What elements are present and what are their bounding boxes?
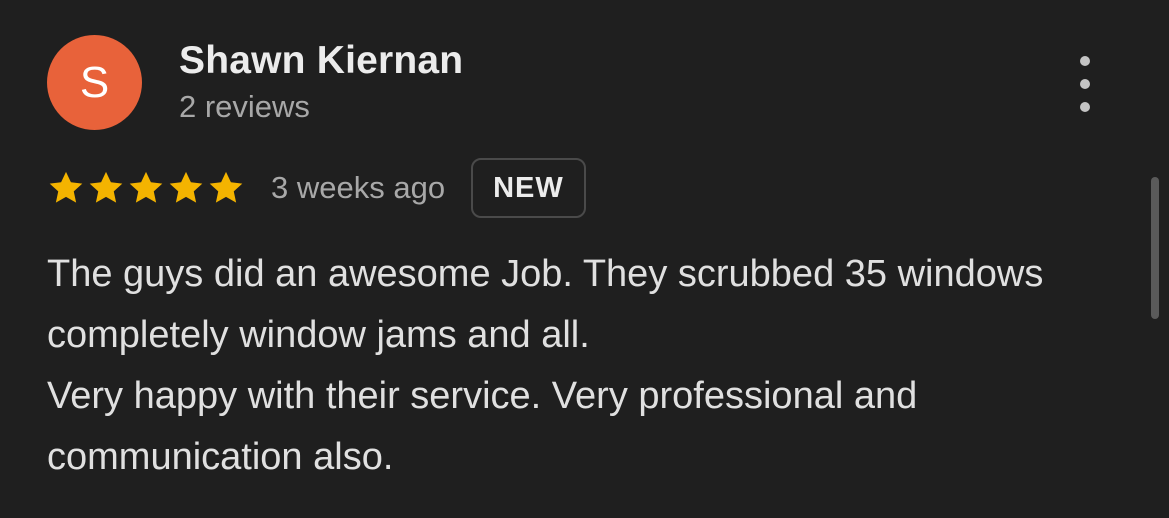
more-vert-icon-dot xyxy=(1080,79,1090,89)
author-review-count[interactable]: 2 reviews xyxy=(179,88,310,126)
review-paragraph: The guys did an awesome Job. They scrubb… xyxy=(47,253,1044,356)
review-text: The guys did an awesome Job. They scrubb… xyxy=(47,244,1067,488)
star-icon xyxy=(169,171,203,203)
new-badge: NEW xyxy=(471,158,586,218)
star-icon xyxy=(129,171,163,203)
star-icon xyxy=(49,171,83,203)
avatar[interactable]: S xyxy=(47,35,142,130)
author-name[interactable]: Shawn Kiernan xyxy=(179,38,463,84)
star-rating xyxy=(47,169,245,207)
scrollbar-thumb[interactable] xyxy=(1151,177,1159,319)
more-vert-icon xyxy=(1080,56,1090,66)
star-icon xyxy=(209,171,243,203)
review-paragraph: Very happy with their service. Very prof… xyxy=(47,375,918,478)
avatar-initial: S xyxy=(79,57,110,107)
review-timestamp: 3 weeks ago xyxy=(271,170,446,205)
more-options-button[interactable] xyxy=(1068,56,1102,112)
star-icon xyxy=(89,171,123,203)
more-vert-icon-dot xyxy=(1080,102,1090,112)
review-card: S Shawn Kiernan 2 reviews 3 weeks ago NE… xyxy=(0,0,1169,518)
rating-row: 3 weeks ago NEW xyxy=(47,156,586,220)
